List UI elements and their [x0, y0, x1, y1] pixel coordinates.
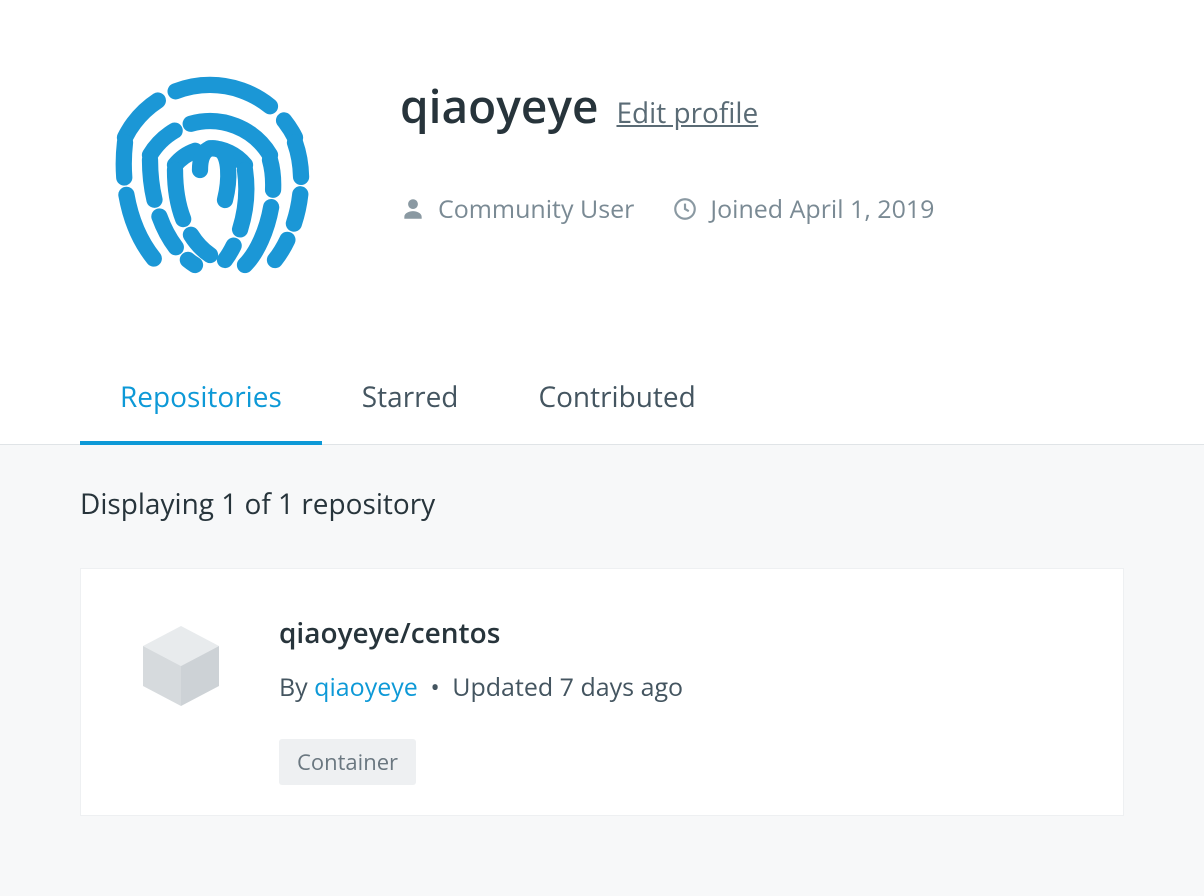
- avatar: [80, 20, 340, 280]
- clock-icon: [672, 196, 698, 222]
- by-prefix: By: [279, 670, 314, 704]
- updated-text: Updated 7 days ago: [452, 670, 683, 704]
- user-icon: [400, 196, 426, 222]
- username: qiaoyeye: [400, 75, 598, 137]
- repo-owner-link[interactable]: qiaoyeye: [314, 670, 418, 704]
- content-area: Displaying 1 of 1 repository qiaoyeye/ce…: [0, 445, 1204, 896]
- joined-text: Joined April 1, 2019: [710, 192, 934, 226]
- repo-type-tag: Container: [279, 739, 416, 785]
- edit-profile-link[interactable]: Edit profile: [616, 94, 758, 132]
- result-count: Displaying 1 of 1 repository: [80, 485, 1124, 523]
- fingerprint-icon: [85, 25, 335, 275]
- joined-date: Joined April 1, 2019: [672, 192, 934, 226]
- tab-starred[interactable]: Starred: [322, 360, 499, 444]
- role-text: Community User: [438, 192, 634, 226]
- repo-body: qiaoyeye/centos By qiaoyeye • Updated 7 …: [279, 614, 1073, 785]
- profile-meta: Community User Joined April 1, 2019: [400, 192, 934, 226]
- repo-card[interactable]: qiaoyeye/centos By qiaoyeye • Updated 7 …: [80, 568, 1124, 816]
- profile-info: qiaoyeye Edit profile Community User Joi…: [400, 20, 934, 280]
- profile-header: qiaoyeye Edit profile Community User Joi…: [0, 0, 1204, 280]
- tab-repositories[interactable]: Repositories: [80, 360, 322, 444]
- tabs: Repositories Starred Contributed: [0, 360, 1204, 445]
- name-row: qiaoyeye Edit profile: [400, 75, 934, 137]
- separator-dot: •: [424, 670, 446, 704]
- repo-byline: By qiaoyeye • Updated 7 days ago: [279, 670, 1073, 704]
- tab-contributed[interactable]: Contributed: [498, 360, 735, 444]
- cube-icon: [131, 614, 231, 714]
- repo-name[interactable]: qiaoyeye/centos: [279, 614, 1073, 652]
- user-role: Community User: [400, 192, 634, 226]
